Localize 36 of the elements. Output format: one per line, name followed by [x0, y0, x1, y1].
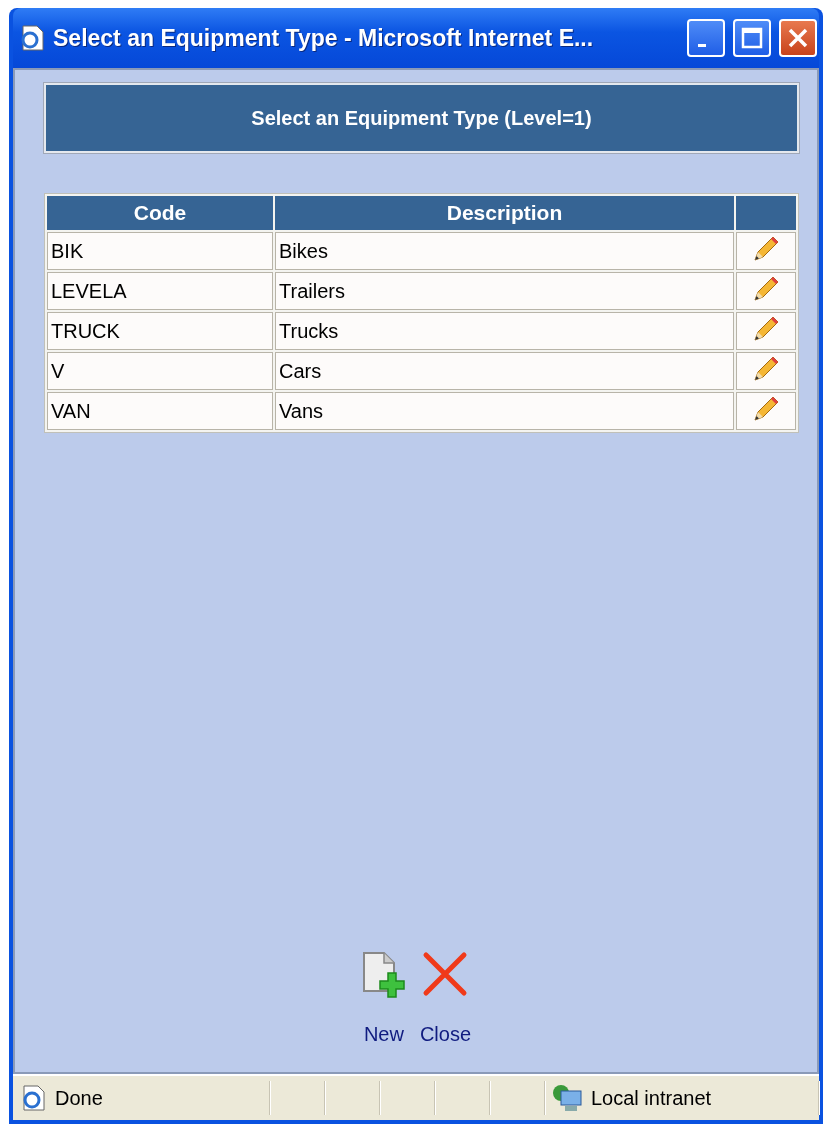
- link-label: Close: [419, 1023, 472, 1046]
- minimize-icon: [698, 43, 706, 47]
- maximize-icon: [741, 27, 763, 49]
- column-header: Code: [47, 196, 273, 230]
- status-text: Done: [55, 1086, 103, 1110]
- link-label: New: [363, 1023, 404, 1046]
- pencil-icon[interactable]: [751, 274, 781, 304]
- pencil-icon[interactable]: [751, 394, 781, 424]
- page-heading: Select an Equipment Type (Level=1): [44, 83, 799, 153]
- pencil-icon[interactable]: [751, 314, 781, 344]
- maximize-button[interactable]: [733, 19, 771, 57]
- column-header: [736, 196, 796, 230]
- zone-text: Local intranet: [591, 1086, 712, 1110]
- minimize-button[interactable]: [687, 19, 725, 57]
- close-icon: [422, 951, 469, 999]
- close-button[interactable]: [779, 19, 817, 57]
- table-cell: Vans: [275, 392, 734, 430]
- new-link[interactable]: New: [361, 951, 406, 1046]
- table-cell: Bikes: [275, 232, 734, 270]
- table-cell: Cars: [275, 352, 734, 390]
- table-cell: TRUCK: [47, 312, 273, 350]
- table-cell: BIK: [47, 232, 273, 270]
- pencil-icon[interactable]: [751, 234, 781, 264]
- new-document-icon: [361, 951, 406, 999]
- window-title: Select an Equipment Type - Microsoft Internet E...: [53, 24, 595, 52]
- pencil-icon[interactable]: [751, 354, 781, 384]
- close-link[interactable]: Close: [419, 951, 472, 1046]
- table-cell: V: [47, 352, 273, 390]
- table-cell: VAN: [47, 392, 273, 430]
- close-icon: [787, 27, 809, 49]
- network-computer-icon: [551, 1083, 583, 1113]
- table-cell: Trailers: [275, 272, 734, 310]
- table-cell: Trucks: [275, 312, 734, 350]
- column-header: Description: [275, 196, 734, 230]
- browser-icon: [19, 24, 45, 52]
- table-cell: LEVELA: [47, 272, 273, 310]
